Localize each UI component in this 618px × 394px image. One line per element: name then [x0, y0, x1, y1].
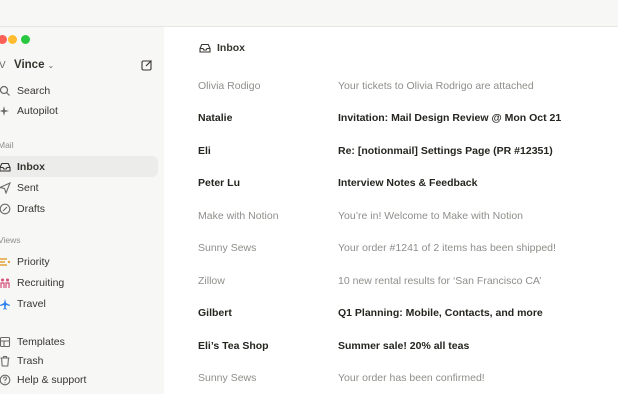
email-row[interactable]: Make with Notion You’re in! Welcome to M… [164, 205, 618, 227]
inbox-icon [199, 43, 211, 53]
priority-icon [0, 257, 11, 266]
account-name: Vince [14, 59, 45, 71]
sidebar-item-search[interactable]: Search [0, 80, 158, 101]
email-subject: Summer sale! 20% all teas [338, 340, 470, 352]
sidebar-item-label: Priority [17, 255, 50, 268]
sidebar-item-label: Trash [17, 354, 44, 367]
page-title: Inbox [199, 40, 245, 55]
email-sender: Gilbert [198, 307, 232, 319]
sidebar-item-label: Help & support [17, 373, 87, 386]
email-subject: Q1 Planning: Mobile, Contacts, and more [338, 307, 543, 319]
email-subject: Your tickets to Olivia Rodrigo are attac… [338, 80, 534, 92]
sidebar-item-help[interactable]: Help & support [0, 369, 158, 390]
page-title-text: Inbox [217, 41, 245, 54]
sidebar-item-templates[interactable]: Templates [0, 331, 158, 352]
maximize-window-button[interactable] [21, 35, 30, 44]
trash-icon [0, 355, 10, 367]
email-sender: Sunny Sews [198, 372, 257, 384]
avatar: V [0, 59, 6, 71]
search-icon [0, 85, 10, 96]
email-subject: Your order has been confirmed! [338, 372, 485, 384]
email-row[interactable]: Eli Re: [notionmail] Settings Page (PR #… [164, 140, 618, 162]
email-subject: 10 new rental results for ‘San Francisco… [338, 275, 542, 287]
draft-icon [0, 203, 11, 214]
email-sender: Make with Notion [198, 210, 279, 222]
send-icon [0, 181, 11, 194]
sidebar-item-travel[interactable]: Travel [0, 293, 158, 314]
sidebar-item-autopilot[interactable]: Autopilot [0, 100, 158, 121]
people-icon [0, 278, 10, 288]
sparkle-icon [0, 105, 9, 116]
email-sender: Peter Lu [198, 177, 241, 189]
email-row[interactable]: Olivia Rodigo Your tickets to Olivia Rod… [164, 75, 618, 97]
email-subject: Invitation: Mail Design Review @ Mon Oct… [338, 112, 562, 124]
minimize-window-button[interactable] [8, 35, 17, 44]
email-subject: You’re in! Welcome to Make with Notion [338, 210, 524, 222]
account-switcher[interactable]: V Vince ⌄ [0, 57, 54, 73]
sidebar-item-label: Templates [17, 335, 65, 348]
email-row[interactable]: Peter Lu Interview Notes & Feedback [164, 172, 618, 194]
chevron-down-icon: ⌄ [47, 60, 55, 70]
help-icon [0, 374, 11, 385]
sidebar-item-label: Inbox [17, 160, 45, 173]
airplane-icon [0, 298, 10, 310]
sidebar-item-label: Autopilot [17, 104, 58, 117]
section-title-mail: Mail [0, 140, 14, 150]
email-row[interactable]: Sunny Sews Your order #1241 of 2 items h… [164, 237, 618, 259]
email-sender: Olivia Rodigo [198, 80, 261, 92]
sidebar-item-inbox[interactable]: Inbox [0, 156, 158, 177]
email-row[interactable]: Eli’s Tea Shop Summer sale! 20% all teas [164, 335, 618, 357]
email-row[interactable]: Natalie Invitation: Mail Design Review @… [164, 107, 618, 129]
sidebar-item-drafts[interactable]: Drafts [0, 198, 158, 219]
email-sender: Eli’s Tea Shop [198, 340, 269, 352]
sidebar-item-label: Search [17, 84, 51, 97]
email-sender: Sunny Sews [198, 242, 257, 254]
section-title-views: Views [0, 235, 21, 245]
sidebar-item-label: Drafts [17, 202, 46, 215]
email-subject: Interview Notes & Feedback [338, 177, 478, 189]
sidebar-item-sent[interactable]: Sent [0, 177, 158, 198]
sidebar-item-label: Sent [17, 181, 39, 194]
inbox-icon [0, 162, 11, 172]
sidebar-item-label: Travel [17, 297, 46, 310]
sidebar-item-label: Recruiting [17, 276, 65, 289]
email-subject: Re: [notionmail] Settings Page (PR #1235… [338, 145, 553, 157]
email-row[interactable]: Sunny Sews Your order has been confirmed… [164, 367, 618, 389]
email-sender: Zillow [198, 275, 225, 287]
template-icon [0, 336, 11, 347]
sidebar-item-trash[interactable]: Trash [0, 350, 158, 371]
sidebar-item-recruiting[interactable]: Recruiting [0, 272, 158, 293]
compose-icon[interactable] [141, 59, 153, 71]
email-sender: Natalie [198, 112, 233, 124]
email-row[interactable]: Zillow 10 new rental results for ‘San Fr… [164, 270, 618, 292]
email-row[interactable]: Gilbert Q1 Planning: Mobile, Contacts, a… [164, 302, 618, 324]
sidebar-item-priority[interactable]: Priority [0, 251, 158, 272]
window-titlebar [0, 0, 618, 27]
email-subject: Your order #1241 of 2 items has been shi… [338, 242, 556, 254]
email-sender: Eli [198, 145, 211, 157]
